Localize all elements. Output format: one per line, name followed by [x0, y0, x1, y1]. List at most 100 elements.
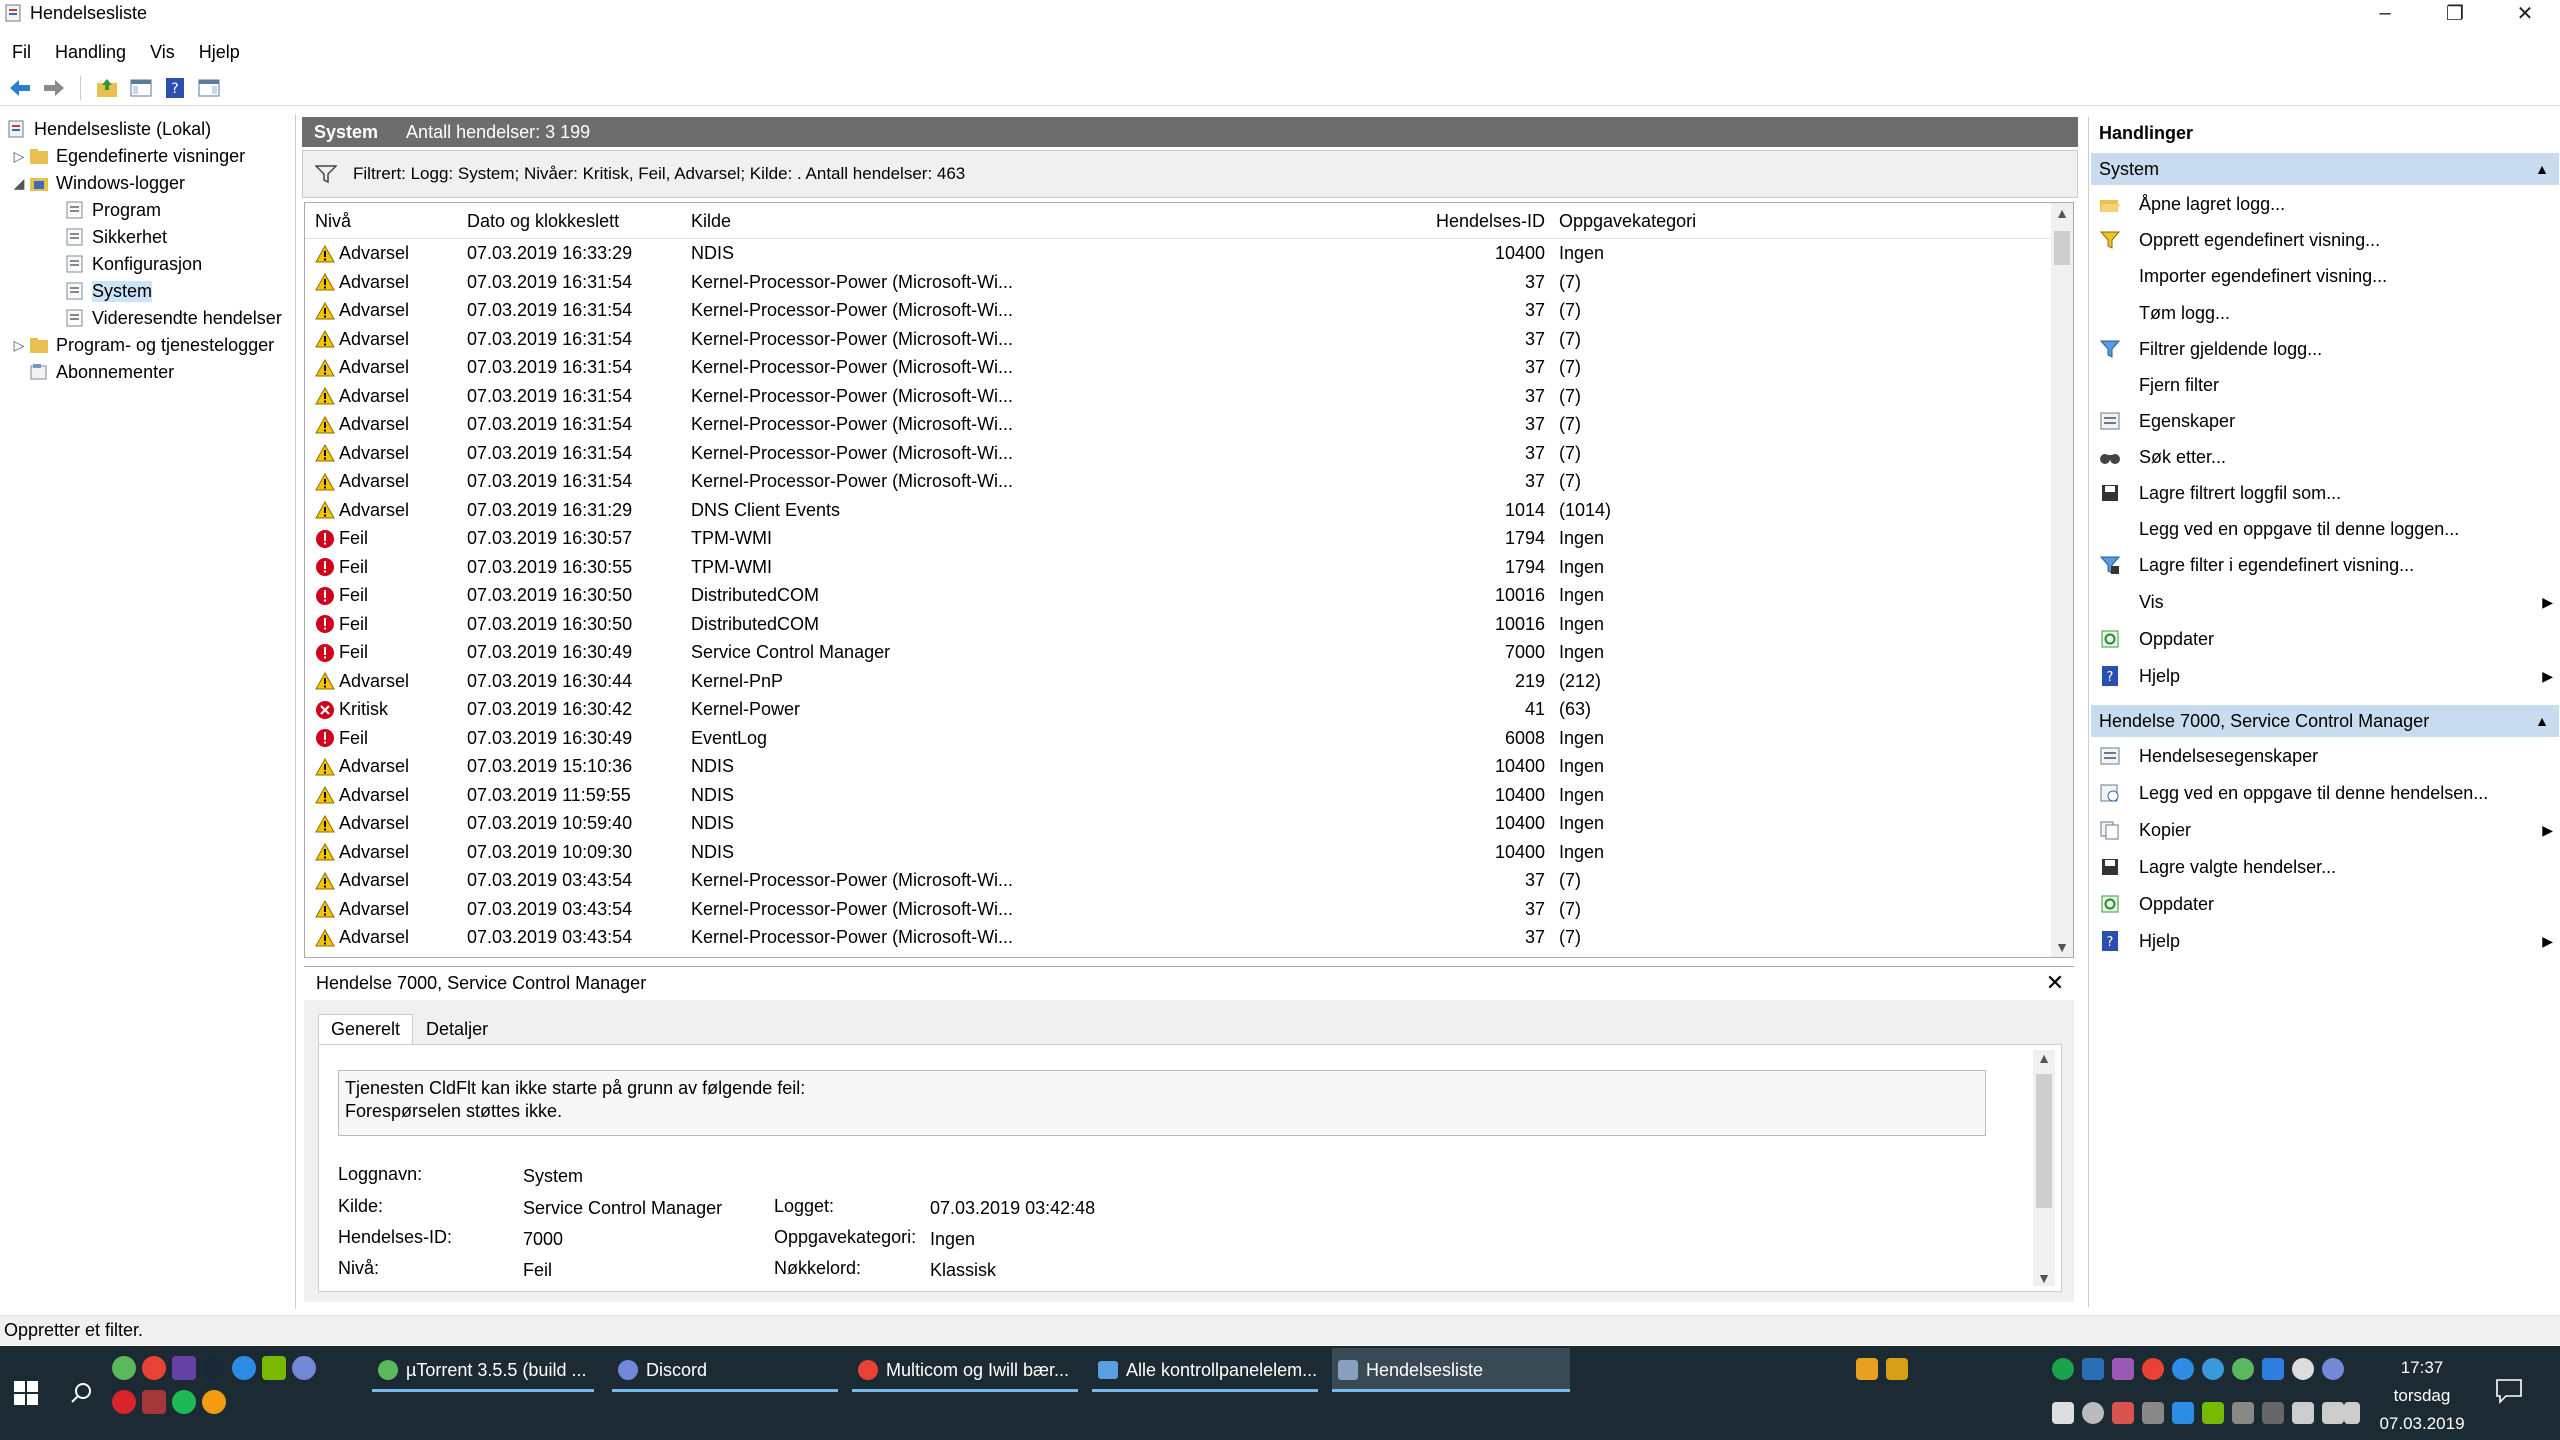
dropbox-icon[interactable]	[2262, 1358, 2284, 1380]
tray-app-icon[interactable]	[2052, 1358, 2074, 1380]
task-discord[interactable]: Discord	[612, 1348, 838, 1392]
table-row[interactable]: Advarsel 07.03.2019 16:30:44 Kernel-PnP 219…	[305, 667, 2053, 696]
action-item[interactable]: Hendelsesegenskaper	[2097, 741, 2557, 771]
table-row[interactable]: Advarsel 07.03.2019 15:10:36 NDIS 10400 Inge…	[305, 752, 2053, 781]
menu-view[interactable]: Vis	[138, 42, 187, 63]
action-item[interactable]: Importer egendefinert visning...	[2097, 261, 2557, 291]
search-button[interactable]	[58, 1346, 104, 1440]
discord-tray-icon[interactable]	[2322, 1358, 2344, 1380]
show-hide-action-pane-button[interactable]	[195, 74, 223, 102]
action-item[interactable]: Filtrer gjeldende logg...	[2097, 334, 2557, 364]
action-item[interactable]: Åpne lagret logg...	[2097, 189, 2557, 219]
utorrent-icon[interactable]	[112, 1356, 136, 1380]
menu-action[interactable]: Handling	[43, 42, 138, 63]
scroll-thumb[interactable]	[2054, 231, 2070, 265]
collapse-icon[interactable]: ▲	[2535, 161, 2549, 177]
wifi-icon[interactable]	[2322, 1402, 2344, 1424]
minimize-button[interactable]: –	[2350, 0, 2420, 26]
action-item[interactable]: Vis ▶	[2097, 587, 2557, 617]
menu-help[interactable]: Hjelp	[187, 42, 252, 63]
browser-icon[interactable]	[232, 1356, 256, 1380]
battery-icon[interactable]	[2292, 1402, 2314, 1424]
table-row[interactable]: Advarsel 07.03.2019 16:31:54 Kernel-Proces…	[305, 268, 2053, 297]
table-row[interactable]: Advarsel 07.03.2019 10:09:30 NDIS 10400 Inge…	[305, 838, 2053, 867]
col-date[interactable]: Dato og klokkeslett	[467, 211, 619, 232]
onenote-icon[interactable]	[142, 1390, 166, 1414]
tray-app-icon[interactable]	[2172, 1402, 2194, 1424]
table-row[interactable]: Advarsel 07.03.2019 16:33:29 NDIS 10400 Inge…	[305, 239, 2053, 268]
tree-subscriptions[interactable]: Abonnementer	[28, 359, 174, 385]
tree-windows-logs[interactable]: ◢ Windows-logger	[10, 170, 185, 196]
tray-app-icon[interactable]	[2292, 1358, 2314, 1380]
twitch-icon[interactable]	[172, 1356, 196, 1380]
close-detail-button[interactable]: ✕	[2040, 966, 2070, 1000]
table-row[interactable]: Feil 07.03.2019 16:30:50 DistributedCOM 100…	[305, 610, 2053, 639]
action-item[interactable]: Lagre filter i egendefinert visning...	[2097, 550, 2557, 580]
col-source[interactable]: Kilde	[691, 211, 731, 232]
steam-tray-icon[interactable]	[2082, 1358, 2104, 1380]
table-row[interactable]: Advarsel 07.03.2019 16:31:54 Kernel-Proces…	[305, 410, 2053, 439]
task-event-viewer[interactable]: Hendelsesliste	[1332, 1348, 1570, 1392]
action-item[interactable]: ? Hjelp ▶	[2097, 661, 2557, 691]
action-item[interactable]: Egenskaper	[2097, 406, 2557, 436]
grid-scrollbar[interactable]: ▲ ▼	[2051, 203, 2073, 957]
nvidia-icon[interactable]	[262, 1356, 286, 1380]
tree-log-forwarded[interactable]: Videresendte hendelser	[64, 305, 282, 331]
table-row[interactable]: Advarsel 07.03.2019 16:31:54 Kernel-Proces…	[305, 382, 2053, 411]
action-item[interactable]: Tøm logg...	[2097, 298, 2557, 328]
app-t-icon[interactable]	[112, 1390, 136, 1414]
actions-section-event[interactable]: Hendelse 7000, Service Control Manager ▲	[2091, 705, 2559, 737]
table-row[interactable]: Feil 07.03.2019 16:30:49 Service Control M…	[305, 638, 2053, 667]
col-task-category[interactable]: Oppgavekategori	[1559, 211, 1696, 232]
start-button[interactable]	[0, 1346, 52, 1440]
tree-apps-services[interactable]: ▷ Program- og tjenestelogger	[10, 332, 275, 358]
chrome-tray-icon[interactable]	[2142, 1358, 2164, 1380]
tree-log-setup[interactable]: Konfigurasjon	[64, 251, 202, 277]
media-player-icon[interactable]	[202, 1390, 226, 1414]
table-row[interactable]: Advarsel 07.03.2019 10:59:40 NDIS 10400 Inge…	[305, 809, 2053, 838]
tab-general[interactable]: Generelt	[318, 1014, 414, 1045]
steam-icon[interactable]	[202, 1356, 226, 1380]
col-level[interactable]: Nivå	[315, 211, 351, 232]
action-item[interactable]: Legg ved en oppgave til denne hendelsen.…	[2097, 778, 2557, 808]
tab-details[interactable]: Detaljer	[413, 1014, 501, 1045]
chevron-right-icon[interactable]: ▷	[10, 337, 28, 354]
forward-button[interactable]	[40, 74, 68, 102]
table-row[interactable]: Feil 07.03.2019 16:30:50 DistributedCOM 100…	[305, 581, 2053, 610]
cloud-icon[interactable]	[2082, 1402, 2104, 1424]
table-row[interactable]: Feil 07.03.2019 16:30:57 TPM-WMI 1794 Ingen	[305, 524, 2053, 553]
up-folder-button[interactable]	[93, 74, 121, 102]
scroll-down-icon[interactable]: ▼	[2051, 939, 2073, 955]
tray-app-icon[interactable]	[2172, 1358, 2194, 1380]
chrome-icon[interactable]	[142, 1356, 166, 1380]
nvidia-tray-icon[interactable]	[2202, 1402, 2224, 1424]
table-row[interactable]: Advarsel 07.03.2019 03:43:54 Kernel-Proces…	[305, 895, 2053, 924]
clock[interactable]: 17:37 torsdag 07.03.2019	[2362, 1354, 2482, 1438]
maximize-button[interactable]: ❐	[2420, 0, 2490, 26]
table-row[interactable]: Advarsel 07.03.2019 16:31:54 Kernel-Proces…	[305, 467, 2053, 496]
tray-app-icon[interactable]	[1886, 1358, 1908, 1380]
chevron-right-icon[interactable]: ▷	[10, 148, 28, 165]
scroll-down-icon[interactable]: ▼	[2033, 1270, 2055, 1286]
event-message[interactable]: Tjenesten CldFlt kan ikke starte på grun…	[338, 1070, 1986, 1136]
usb-icon[interactable]	[2142, 1402, 2164, 1424]
scroll-up-icon[interactable]: ▲	[2051, 205, 2073, 221]
table-row[interactable]: Advarsel 07.03.2019 16:31:29 DNS Client Ev…	[305, 496, 2053, 525]
tray-app-icon[interactable]	[2202, 1358, 2224, 1380]
help-button[interactable]: ?	[161, 74, 189, 102]
chevron-down-icon[interactable]: ◢	[10, 175, 28, 192]
table-row[interactable]: Advarsel 07.03.2019 16:31:54 Kernel-Proces…	[305, 325, 2053, 354]
table-row[interactable]: Advarsel 07.03.2019 16:31:54 Kernel-Proces…	[305, 353, 2053, 382]
detail-scroll-thumb[interactable]	[2036, 1074, 2052, 1208]
bluetooth-icon[interactable]	[2262, 1402, 2284, 1424]
shield-icon[interactable]	[2052, 1402, 2074, 1424]
action-item[interactable]: Kopier ▶	[2097, 815, 2557, 845]
tray-app-icon[interactable]	[2112, 1402, 2134, 1424]
action-item[interactable]: Legg ved en oppgave til denne loggen...	[2097, 514, 2557, 544]
show-hide-tree-button[interactable]	[127, 74, 155, 102]
table-row[interactable]: Advarsel 07.03.2019 16:31:54 Kernel-Proces…	[305, 439, 2053, 468]
action-center-button[interactable]	[2494, 1376, 2524, 1406]
task-utorrent[interactable]: µTorrent 3.5.5 (build ...	[372, 1348, 594, 1392]
back-button[interactable]	[6, 74, 34, 102]
action-item[interactable]: Opprett egendefinert visning...	[2097, 225, 2557, 255]
